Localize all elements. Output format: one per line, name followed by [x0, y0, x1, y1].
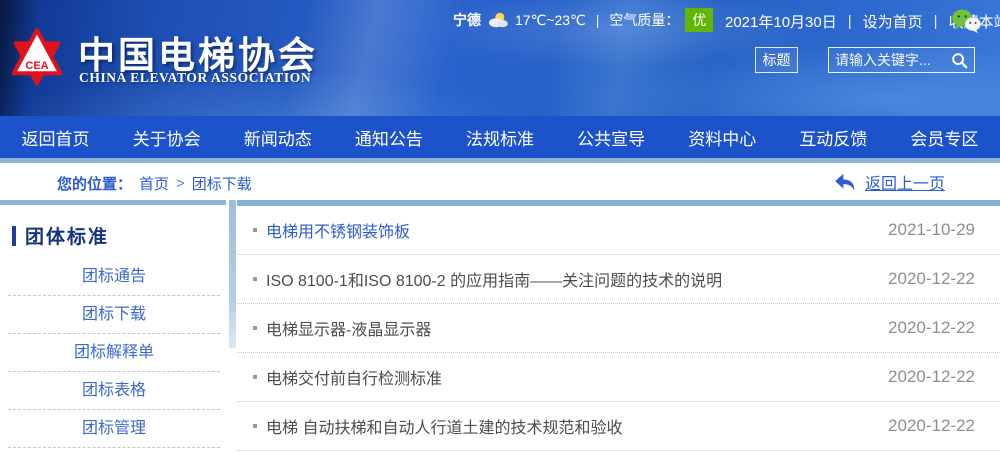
publish-date: 2020-12-22 [888, 416, 975, 436]
weather-icon [487, 11, 509, 29]
breadcrumb-separator: > [176, 175, 185, 192]
list-item-left: 电梯 自动扶梯和自动人行道土建的技术规范和验收 [253, 414, 622, 438]
publish-date: 2021-10-29 [888, 220, 975, 240]
weather-city: 宁德 [453, 10, 481, 30]
column-divider [229, 200, 236, 348]
main-nav: 返回首页 关于协会 新闻动态 通知公告 法规标准 公共宣导 资料中心 互动反馈 会员专区 [0, 116, 1000, 158]
bullet-icon [253, 228, 257, 232]
search-button[interactable] [951, 52, 974, 69]
breadcrumb-current-link[interactable]: 团标下载 [192, 173, 252, 194]
sidebar-item-3[interactable]: 团标表格 [8, 372, 220, 410]
nav-item-7[interactable]: 互动反馈 [799, 125, 867, 150]
breadcrumb-home-link[interactable]: 首页 [139, 173, 169, 194]
list-item: 电梯 自动扶梯和自动人行道土建的技术规范和验收 2020-12-22 [237, 402, 1000, 451]
site-subtitle: CHINA ELEVATOR ASSOCIATION [79, 70, 311, 86]
list-item: 电梯用不锈钢装饰板 2021-10-29 [237, 206, 1000, 255]
nav-item-3[interactable]: 通知公告 [355, 125, 423, 150]
list-item-left: ISO 8100-1和ISO 8100-2 的应用指南——关注问题的技术的说明 [253, 267, 722, 291]
standard-link[interactable]: 电梯交付前自行检测标准 [266, 365, 442, 389]
back-label: 返回上一页 [865, 170, 945, 194]
bullet-icon [253, 277, 257, 281]
logo-text: CEA [25, 60, 48, 72]
nav-item-6[interactable]: 资料中心 [688, 125, 756, 150]
back-arrow-icon [834, 173, 856, 191]
list-item: 电梯显示器-液晶显示器 2020-12-22 [237, 304, 1000, 353]
breadcrumb: 您的位置： 首页 > 团标下载 [57, 173, 252, 194]
divider: | [934, 13, 938, 30]
bullet-icon [253, 326, 257, 330]
nav-item-0[interactable]: 返回首页 [22, 125, 90, 150]
air-quality-badge: 优 [685, 8, 713, 32]
nav-item-4[interactable]: 法规标准 [466, 125, 534, 150]
air-quality-label: 空气质量： [609, 10, 679, 30]
sidebar-title: 团体标准 [12, 222, 109, 249]
sidebar-menu: 团标通告团标下载团标解释单团标表格团标管理 [8, 258, 220, 448]
list-item: ISO 8100-1和ISO 8100-2 的应用指南——关注问题的技术的说明 2… [237, 255, 1000, 304]
sidebar-item-0[interactable]: 团标通告 [8, 258, 220, 296]
standard-link[interactable]: ISO 8100-1和ISO 8100-2 的应用指南——关注问题的技术的说明 [266, 267, 722, 291]
publish-date: 2020-12-22 [888, 367, 975, 387]
nav-item-1[interactable]: 关于协会 [133, 125, 201, 150]
title-accent-bar [12, 226, 16, 246]
site-header: CEA 中国电梯协会 CHINA ELEVATOR ASSOCIATION 宁德… [0, 0, 1000, 116]
set-homepage-link[interactable]: 设为首页 [863, 11, 923, 32]
wechat-icon[interactable] [950, 8, 982, 34]
page: CEA 中国电梯协会 CHINA ELEVATOR ASSOCIATION 宁德… [0, 0, 1000, 452]
bullet-icon [253, 375, 257, 379]
list-item-left: 电梯交付前自行检测标准 [253, 365, 442, 389]
search-icon [951, 52, 968, 69]
standard-link[interactable]: 电梯用不锈钢装饰板 [266, 218, 410, 242]
back-button[interactable]: 返回上一页 [834, 170, 945, 194]
list-item-left: 电梯用不锈钢装饰板 [253, 218, 410, 242]
publish-date: 2020-12-22 [888, 318, 975, 338]
sidebar-top-strip [0, 200, 226, 205]
cea-logo[interactable]: CEA [8, 18, 66, 96]
divider: | [596, 12, 600, 28]
standard-link[interactable]: 电梯 自动扶梯和自动人行道土建的技术规范和验收 [266, 414, 622, 438]
current-date: 2021年10月30日 [725, 11, 837, 32]
sidebar-title-text: 团体标准 [25, 222, 109, 249]
bullet-icon [253, 424, 257, 428]
list-item-left: 电梯显示器-液晶显示器 [253, 316, 431, 340]
search-category-button[interactable]: 标题 [755, 47, 798, 73]
sidebar-item-1[interactable]: 团标下载 [8, 296, 220, 334]
list-item: 电梯交付前自行检测标准 2020-12-22 [237, 353, 1000, 402]
weather-bar: 宁德 17℃~23℃ | 空气质量： 优 [453, 7, 713, 33]
search-input[interactable] [829, 52, 951, 68]
nav-item-5[interactable]: 公共宣导 [577, 125, 645, 150]
nav-item-8[interactable]: 会员专区 [910, 125, 978, 150]
breadcrumb-label: 您的位置： [57, 173, 132, 194]
sidebar-item-2[interactable]: 团标解释单 [8, 334, 220, 372]
nav-item-2[interactable]: 新闻动态 [244, 125, 312, 150]
search-box [828, 47, 975, 73]
temperature: 17℃~23℃ [515, 12, 586, 29]
breadcrumb-bar: 您的位置： 首页 > 团标下载 返回上一页 [0, 163, 1000, 200]
standard-link[interactable]: 电梯显示器-液晶显示器 [266, 316, 431, 340]
sidebar-item-4[interactable]: 团标管理 [8, 410, 220, 448]
divider: | [848, 13, 852, 30]
standards-list: 电梯用不锈钢装饰板 2021-10-29 ISO 8100-1和ISO 8100-2… [237, 206, 1000, 451]
publish-date: 2020-12-22 [888, 269, 975, 289]
